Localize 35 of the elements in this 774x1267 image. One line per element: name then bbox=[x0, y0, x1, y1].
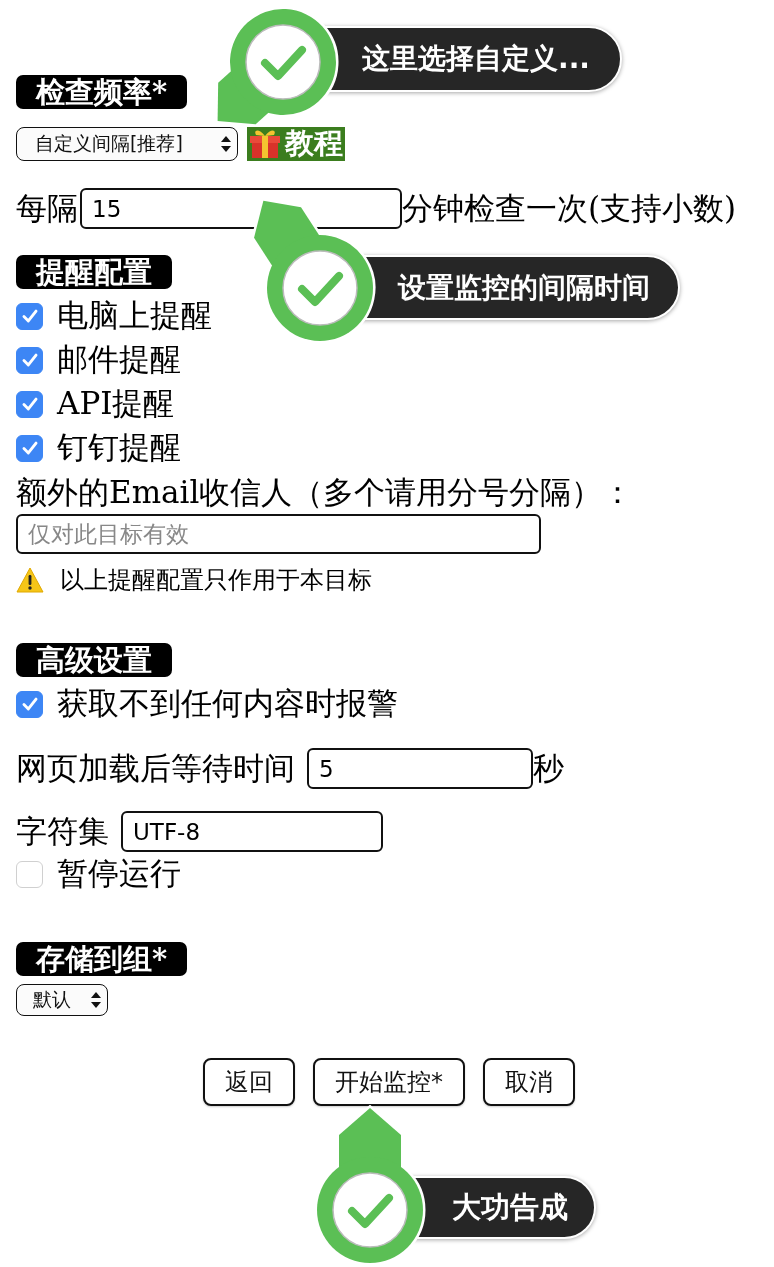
checkbox-label: 获取不到任何内容时报警 bbox=[57, 684, 398, 723]
checkbox[interactable] bbox=[16, 690, 43, 718]
checkbox[interactable] bbox=[16, 390, 43, 418]
unit-label: 秒 bbox=[533, 748, 564, 788]
text-field[interactable]: 5 bbox=[307, 748, 533, 789]
checkbox-label: API提醒 bbox=[57, 384, 175, 423]
up-down-arrows-icon bbox=[221, 135, 231, 152]
section-heading: 提醒配置 bbox=[16, 255, 172, 289]
checkbox[interactable] bbox=[16, 860, 43, 888]
button[interactable]: 开始监控* bbox=[313, 1058, 465, 1106]
checkbox-label: 邮件提醒 bbox=[57, 340, 181, 379]
up-down-arrows-icon bbox=[91, 992, 101, 1008]
dropdown[interactable]: 默认 bbox=[16, 984, 108, 1016]
note-text: 以上提醒配置只作用于本目标 bbox=[60, 565, 372, 596]
checkbox-label: 暂停运行 bbox=[57, 854, 181, 893]
field-label: 每隔 bbox=[16, 188, 78, 228]
text-field[interactable]: 仅对此目标有效 bbox=[16, 514, 541, 554]
warning-icon bbox=[16, 567, 44, 593]
checkbox[interactable] bbox=[16, 346, 43, 374]
checkbox[interactable] bbox=[16, 302, 43, 330]
dropdown[interactable]: 自定义间隔[推荐] bbox=[16, 126, 238, 161]
field-label: 额外的Email收信人（多个请用分号分隔）： bbox=[16, 473, 635, 512]
field-label: 网页加载后等待时间 bbox=[16, 748, 295, 788]
checkbox[interactable] bbox=[16, 434, 43, 462]
checkbox-label: 电脑上提醒 bbox=[57, 296, 212, 335]
button[interactable]: 返回 bbox=[203, 1058, 295, 1106]
button[interactable]: 取消 bbox=[483, 1058, 575, 1106]
section-heading: 高级设置 bbox=[16, 643, 172, 677]
section-heading: 存储到组* bbox=[16, 942, 188, 976]
tutorial-link[interactable]: 教程 bbox=[247, 126, 345, 161]
field-label: 字符集 bbox=[16, 811, 109, 851]
section-heading: 检查频率* bbox=[16, 75, 188, 109]
text-field[interactable]: UTF-8 bbox=[121, 811, 383, 852]
unit-label: 分钟检查一次(支持小数) bbox=[402, 188, 737, 228]
checkbox-label: 钉钉提醒 bbox=[57, 428, 181, 467]
